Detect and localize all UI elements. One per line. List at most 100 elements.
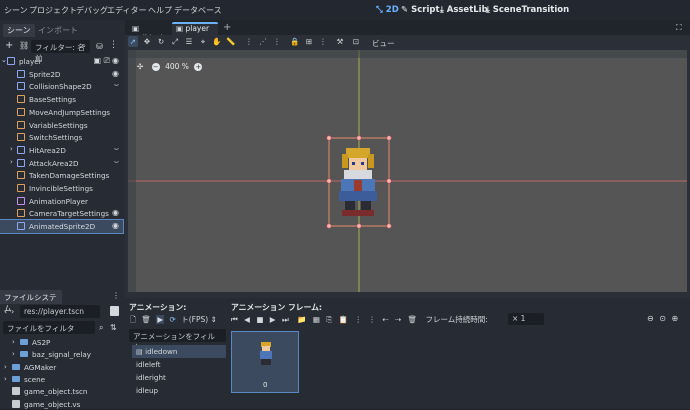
viewport-options-icon[interactable]: ✣ <box>137 62 143 71</box>
copy-frame-icon[interactable]: ⎘ <box>326 315 332 324</box>
folder-item[interactable]: ›baz_signal_relay <box>0 348 123 361</box>
delete-animation-icon[interactable]: 🗑 <box>141 315 151 324</box>
tree-node-moveandjumpsettings[interactable]: MoveAndJumpSettings <box>0 106 123 119</box>
new-animation-icon[interactable]: 🗋 <box>130 315 136 324</box>
fps-stepper-icon[interactable]: ⇕ <box>211 315 217 324</box>
animation-item-idleleft[interactable]: idleleft <box>132 358 226 371</box>
snap-icon[interactable]: ⋮ <box>244 36 254 47</box>
move-right-icon[interactable]: ⇢ <box>395 315 401 324</box>
scale-mode-icon[interactable]: ⤢ <box>170 36 180 47</box>
tree-node-basesettings[interactable]: BaseSettings <box>0 93 123 106</box>
smart-snap-icon[interactable]: ⋮ <box>272 36 282 47</box>
stop-icon[interactable]: ■ <box>256 315 263 324</box>
tree-node-variablesettings[interactable]: VariableSettings <box>0 119 123 132</box>
frame-thumb[interactable]: 0 <box>231 331 299 393</box>
paste-frame-icon[interactable]: 📋 <box>339 315 348 324</box>
tree-node-switchsettings[interactable]: SwitchSettings <box>0 131 123 144</box>
tree-node-collisionshape2d[interactable]: CollisionShape2D⌣ <box>0 80 123 93</box>
zoom-level[interactable]: 400 % <box>165 62 189 71</box>
script-attached-icon[interactable]: ⎚ <box>104 56 110 66</box>
distraction-free-icon[interactable]: ⛶ <box>676 23 682 33</box>
zoom-in-icon[interactable]: + <box>194 63 202 71</box>
workspace-2d[interactable]: ⤡ 2D <box>376 5 399 15</box>
workspace-script[interactable]: ✎ Script <box>401 5 440 15</box>
tree-node-animatedsprite2d[interactable]: AnimatedSprite2D◉ <box>0 220 123 233</box>
play-backwards-icon[interactable]: ◀ <box>244 315 250 324</box>
menu-scene[interactable]: シーン <box>4 5 28 16</box>
file-filter-input[interactable]: ファイルをフィルタ <box>3 321 95 334</box>
animation-item-idleup[interactable]: idleup <box>132 384 226 397</box>
forward-arrow-icon[interactable]: › <box>11 307 14 316</box>
expand-icon[interactable]: › <box>12 350 15 358</box>
signal-icon[interactable]: ⌣ <box>114 144 119 154</box>
back-arrow-icon[interactable]: ‹ <box>4 307 7 316</box>
file-view-toggle-icon[interactable] <box>110 306 119 316</box>
menu-editor[interactable]: エディター <box>107 5 146 16</box>
visibility-eye-icon[interactable]: ◉ <box>112 56 119 65</box>
list-select-icon[interactable]: ☰ <box>184 36 194 47</box>
grid-snap-icon[interactable]: ⋰ <box>258 36 268 47</box>
tab-import[interactable]: インポート <box>34 24 82 37</box>
play-backwards-from-end-icon[interactable]: ⏮ <box>231 315 238 324</box>
folder-item[interactable]: ›scene <box>0 373 123 386</box>
play-from-start-icon[interactable]: ⏭ <box>282 315 289 324</box>
frames-zoom-reset-icon[interactable]: ⊙ <box>659 314 666 323</box>
tab-player[interactable]: ▣ player ✕ <box>172 22 218 35</box>
filter-options-icon[interactable]: ⛁ <box>96 42 103 51</box>
animation-filter-input[interactable]: アニメーションをフィルタ <box>129 329 226 342</box>
duration-input[interactable]: × 1 <box>508 313 544 325</box>
player-sprite[interactable] <box>339 148 377 216</box>
animation-item-idledown[interactable]: ▤ idledown <box>132 345 226 358</box>
more-icon[interactable]: ⋮ <box>109 40 118 50</box>
rotate-mode-icon[interactable]: ↻ <box>156 36 166 47</box>
move-mode-icon[interactable]: ✥ <box>142 36 152 47</box>
instance-icon[interactable]: ▣ <box>93 56 101 65</box>
visibility-eye-icon[interactable]: ◉ <box>112 69 119 78</box>
collapse-icon[interactable]: ⌄ <box>1 56 7 64</box>
zoom-out-icon[interactable]: − <box>152 63 160 71</box>
pan-mode-icon[interactable]: ✋ <box>212 36 222 47</box>
pivot-mode-icon[interactable]: ⌖ <box>198 36 208 47</box>
load-frames-icon[interactable]: 📁 <box>297 315 306 324</box>
link-icon[interactable]: ⛓ <box>19 41 29 50</box>
move-left-icon[interactable]: ⇠ <box>382 315 388 324</box>
lock-icon[interactable]: 🔒 <box>290 36 300 47</box>
insert-after-icon[interactable]: ⋮ <box>368 315 376 324</box>
menu-project[interactable]: プロジェクト <box>29 5 77 16</box>
insert-before-icon[interactable]: ⋮ <box>354 315 362 324</box>
add-node-icon[interactable]: + <box>5 40 13 51</box>
frames-zoom-in-icon[interactable]: ⊕ <box>672 314 679 323</box>
filesystem-more-icon[interactable]: ⋮ <box>112 291 120 300</box>
signal-icon[interactable]: ⌣ <box>114 157 119 167</box>
tree-node-animationplayer[interactable]: AnimationPlayer <box>0 195 123 208</box>
workspace-assetlib[interactable]: ⤓ AssetLib <box>440 5 488 15</box>
tree-node-hitarea2d[interactable]: ›HitArea2D⌣ <box>0 144 123 157</box>
folder-item[interactable]: ›AS2P <box>0 336 123 349</box>
menu-debug[interactable]: デバッグ <box>76 5 108 16</box>
tree-node-player[interactable]: ⌄player▣⎚◉ <box>0 55 123 68</box>
expand-icon[interactable]: › <box>10 158 13 166</box>
load-sheet-icon[interactable]: ▦ <box>313 315 320 324</box>
add-tab-icon[interactable]: + <box>223 22 231 33</box>
tree-node-cameratargetsettings[interactable]: CameraTargetSettings◉ <box>0 207 123 220</box>
autoplay-icon[interactable]: ▶ <box>156 315 164 324</box>
camera-override-icon[interactable]: ⊡ <box>351 36 361 47</box>
visibility-eye-icon[interactable]: ◉ <box>112 221 119 230</box>
group-icon[interactable]: ⊞ <box>304 36 314 47</box>
visibility-eye-icon[interactable]: ◉ <box>112 208 119 217</box>
tree-node-takendamagesettings[interactable]: TakenDamageSettings <box>0 169 123 182</box>
view-menu[interactable]: ビュー <box>372 38 395 49</box>
select-mode-icon[interactable]: ➚ <box>128 36 138 47</box>
skeleton-icon[interactable]: ⋮ <box>318 36 328 47</box>
tree-node-sprite2d[interactable]: Sprite2D◉ <box>0 68 123 81</box>
ruler-mode-icon[interactable]: 📏 <box>226 36 236 47</box>
frames-zoom-out-icon[interactable]: ⊖ <box>647 314 654 323</box>
loop-icon[interactable]: ⟳ <box>170 315 176 324</box>
expand-icon[interactable]: › <box>12 338 15 346</box>
tree-node-attackarea2d[interactable]: ›AttackArea2D⌣ <box>0 157 123 170</box>
expand-icon[interactable]: › <box>10 145 13 153</box>
tab-scene[interactable]: シーン <box>3 24 35 37</box>
workspace-scenetransition[interactable]: ⤓ SceneTransition <box>486 5 569 15</box>
play-icon[interactable]: ▶ <box>270 315 276 324</box>
delete-frame-icon[interactable]: 🗑 <box>408 315 418 324</box>
